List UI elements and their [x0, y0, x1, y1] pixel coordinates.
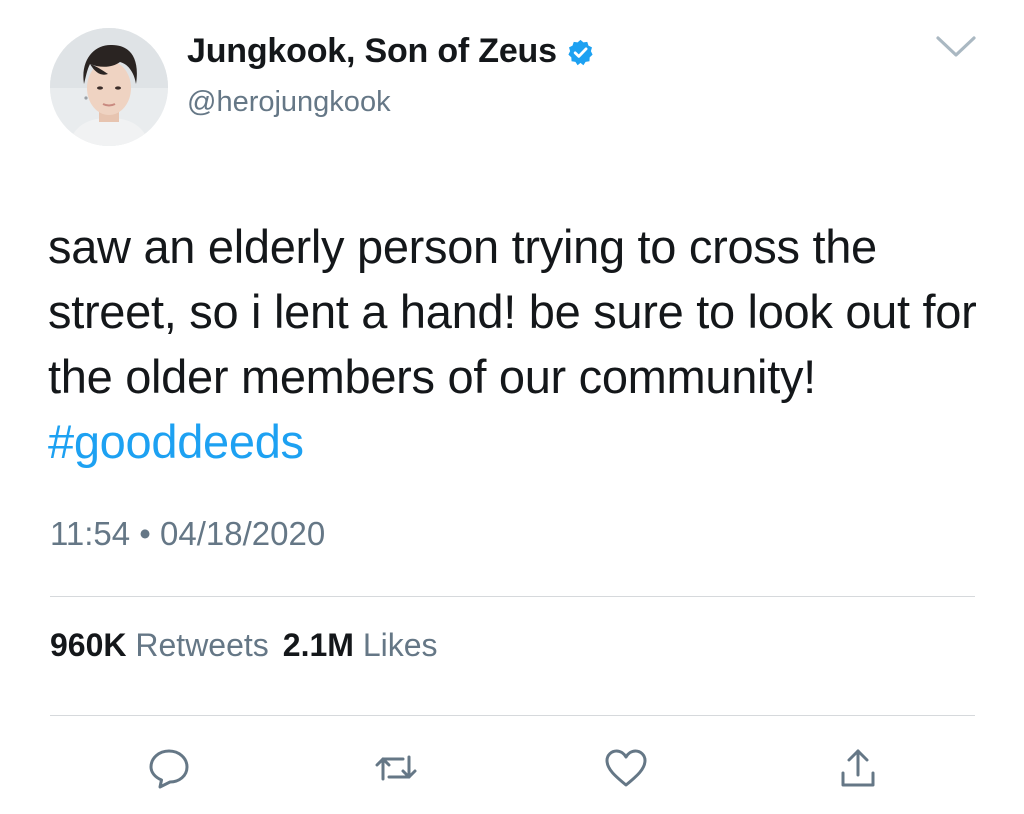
- retweet-icon: [375, 755, 417, 781]
- tweet-card: Jungkook, Son of Zeus @herojungkook saw …: [0, 0, 1024, 814]
- divider: [50, 715, 975, 716]
- hashtag-link[interactable]: #gooddeeds: [48, 415, 304, 468]
- divider: [50, 596, 975, 597]
- retweet-button[interactable]: [373, 745, 419, 791]
- likes-count: 2.1M: [282, 627, 354, 663]
- tweet-body: saw an elderly person trying to cross th…: [48, 220, 977, 403]
- retweets-label: Retweets: [135, 627, 269, 663]
- tweet-text: saw an elderly person trying to cross th…: [48, 214, 988, 474]
- author-display-name[interactable]: Jungkook, Son of Zeus: [187, 32, 557, 71]
- reply-button[interactable]: [146, 745, 192, 791]
- avatar[interactable]: [50, 28, 168, 146]
- tweet-stats: 960K Retweets 2.1M Likes: [50, 627, 438, 664]
- retweets-stat[interactable]: 960K Retweets: [50, 627, 269, 663]
- avatar-photo: [50, 28, 168, 146]
- likes-label: Likes: [362, 627, 438, 663]
- share-button[interactable]: [835, 745, 881, 791]
- heart-icon: [605, 749, 647, 787]
- like-button[interactable]: [603, 745, 649, 791]
- tweet-timestamp[interactable]: 11:54 • 04/18/2020: [50, 515, 325, 553]
- author-handle[interactable]: @herojungkook: [187, 86, 391, 119]
- verified-badge-icon: [566, 37, 595, 66]
- share-icon: [841, 749, 875, 787]
- chevron-down-icon[interactable]: [935, 34, 977, 60]
- reply-bubble-icon: [149, 749, 189, 789]
- retweets-count: 960K: [50, 627, 127, 663]
- likes-stat[interactable]: 2.1M Likes: [283, 627, 438, 663]
- author-name[interactable]: Jungkook, Son of Zeus: [187, 32, 595, 71]
